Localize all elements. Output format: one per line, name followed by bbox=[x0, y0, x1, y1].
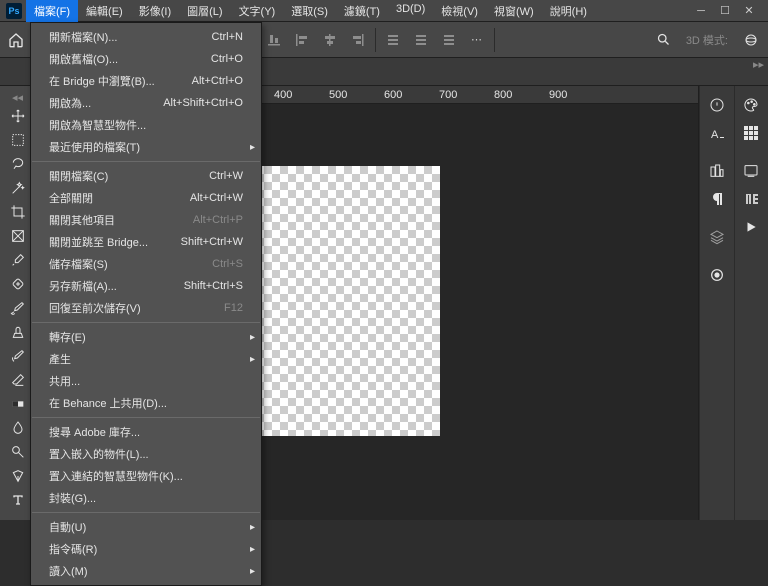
dist-bottom-icon bbox=[438, 29, 460, 51]
marquee-tool[interactable] bbox=[3, 128, 33, 152]
minimize-button[interactable]: ─ bbox=[692, 4, 710, 18]
menu-item[interactable]: 全部關閉Alt+Ctrl+W bbox=[31, 187, 261, 209]
magic-wand-tool[interactable] bbox=[3, 176, 33, 200]
menu-item: 關閉其他項目Alt+Ctrl+P bbox=[31, 209, 261, 231]
menu-item[interactable]: 置入連結的智慧型物件(K)... bbox=[31, 465, 261, 487]
close-button[interactable]: ✕ bbox=[740, 4, 758, 18]
search-icon[interactable] bbox=[654, 30, 674, 50]
menu-item[interactable]: 開啟舊檔(O)...Ctrl+O bbox=[31, 48, 261, 70]
dist-top-icon bbox=[382, 29, 404, 51]
menu-3d[interactable]: 3D(D) bbox=[388, 0, 433, 22]
menu-說明[interactable]: 說明(H) bbox=[542, 0, 595, 22]
right-panel-dock: A bbox=[698, 86, 768, 520]
3d-mode-label: 3D 模式: bbox=[680, 32, 734, 48]
menu-視窗[interactable]: 視窗(W) bbox=[486, 0, 542, 22]
dist-vcenter-icon bbox=[410, 29, 432, 51]
ruler-tick: 800 bbox=[494, 89, 512, 101]
ruler-tick: 900 bbox=[549, 89, 567, 101]
healing-tool[interactable] bbox=[3, 272, 33, 296]
glyphs-panel-icon[interactable] bbox=[737, 186, 765, 212]
ruler-tick: 500 bbox=[329, 89, 347, 101]
align-bottom-icon bbox=[263, 29, 285, 51]
menu-檢視[interactable]: 檢視(V) bbox=[433, 0, 486, 22]
dodge-tool[interactable] bbox=[3, 440, 33, 464]
app-logo: Ps bbox=[6, 3, 22, 19]
libraries-panel-icon[interactable] bbox=[703, 262, 731, 288]
menu-item[interactable]: 產生 bbox=[31, 348, 261, 370]
menu-item[interactable]: 關閉並跳至 Bridge...Shift+Ctrl+W bbox=[31, 231, 261, 253]
menu-item[interactable]: 置入嵌入的物件(L)... bbox=[31, 443, 261, 465]
menu-item[interactable]: 共用... bbox=[31, 370, 261, 392]
crop-tool[interactable] bbox=[3, 200, 33, 224]
home-icon[interactable] bbox=[6, 30, 26, 50]
pen-tool[interactable] bbox=[3, 464, 33, 488]
menu-item[interactable]: 關閉檔案(C)Ctrl+W bbox=[31, 165, 261, 187]
menu-濾鏡[interactable]: 濾鏡(T) bbox=[336, 0, 388, 22]
clone-stamp-tool[interactable] bbox=[3, 320, 33, 344]
menu-圖層[interactable]: 圖層(L) bbox=[179, 0, 230, 22]
menu-item[interactable]: 開新檔案(N)...Ctrl+N bbox=[31, 26, 261, 48]
menu-item[interactable]: 開啟為...Alt+Shift+Ctrl+O bbox=[31, 92, 261, 114]
frame-tool[interactable] bbox=[3, 224, 33, 248]
character-panel-icon[interactable]: A bbox=[703, 120, 731, 146]
menu-item[interactable]: 轉存(E) bbox=[31, 326, 261, 348]
menu-item[interactable]: 在 Bridge 中瀏覽(B)...Alt+Ctrl+O bbox=[31, 70, 261, 92]
file-menu-dropdown: 開新檔案(N)...Ctrl+N開啟舊檔(O)...Ctrl+O在 Bridge… bbox=[30, 22, 262, 586]
menu-item[interactable]: 開啟為智慧型物件... bbox=[31, 114, 261, 136]
history-brush-tool[interactable] bbox=[3, 344, 33, 368]
align-right-icon bbox=[347, 29, 369, 51]
gradient-tool[interactable] bbox=[3, 392, 33, 416]
menubar: Ps 檔案(F)編輯(E)影像(I)圖層(L)文字(Y)選取(S)濾鏡(T)3D… bbox=[0, 0, 768, 22]
eyedropper-tool[interactable] bbox=[3, 248, 33, 272]
layers-panel-icon[interactable] bbox=[703, 224, 731, 250]
maximize-button[interactable]: ☐ bbox=[716, 4, 734, 18]
paragraph-panel-icon[interactable] bbox=[703, 186, 731, 212]
actions-panel-icon[interactable] bbox=[737, 214, 765, 240]
brush-tool[interactable] bbox=[3, 296, 33, 320]
type-tool[interactable] bbox=[3, 488, 33, 512]
ruler-tick: 600 bbox=[384, 89, 402, 101]
menu-檔案[interactable]: 檔案(F) bbox=[26, 0, 78, 22]
eraser-tool[interactable] bbox=[3, 368, 33, 392]
move-tool[interactable] bbox=[3, 104, 33, 128]
swatches-panel-icon[interactable] bbox=[737, 120, 765, 146]
collapse-tools-icon[interactable]: ◂◂ bbox=[3, 90, 33, 104]
lasso-tool[interactable] bbox=[3, 152, 33, 176]
adjustments-panel-icon[interactable] bbox=[703, 158, 731, 184]
svg-text:A: A bbox=[711, 129, 719, 141]
menu-item[interactable]: 指令碼(R) bbox=[31, 538, 261, 560]
menu-編輯[interactable]: 編輯(E) bbox=[78, 0, 131, 22]
menu-文字[interactable]: 文字(Y) bbox=[231, 0, 284, 22]
menu-選取[interactable]: 選取(S) bbox=[283, 0, 336, 22]
menu-item[interactable]: 封裝(G)... bbox=[31, 487, 261, 509]
align-hcenter-icon bbox=[319, 29, 341, 51]
panel-collapse-icon[interactable]: ▸▸ bbox=[698, 58, 768, 70]
menu-item[interactable]: 搜尋 Adobe 庫存... bbox=[31, 421, 261, 443]
blur-tool[interactable] bbox=[3, 416, 33, 440]
menu-item[interactable]: 讀入(M) bbox=[31, 560, 261, 582]
menu-item: 儲存檔案(S)Ctrl+S bbox=[31, 253, 261, 275]
window-controls: ─ ☐ ✕ bbox=[684, 4, 766, 18]
menu-item[interactable]: 另存新檔(A)...Shift+Ctrl+S bbox=[31, 275, 261, 297]
more-options-icon[interactable]: ⋯ bbox=[466, 29, 488, 51]
learn-panel-icon[interactable] bbox=[737, 158, 765, 184]
menu-item[interactable]: 在 Behance 上共用(D)... bbox=[31, 392, 261, 414]
menu-item: 回復至前次儲存(V)F12 bbox=[31, 297, 261, 319]
menu-item[interactable]: 最近使用的檔案(T) bbox=[31, 136, 261, 158]
color-panel-icon[interactable] bbox=[737, 92, 765, 118]
menu-item[interactable]: 自動(U) bbox=[31, 516, 261, 538]
3d-orbit-icon[interactable] bbox=[740, 29, 762, 51]
properties-panel-icon[interactable] bbox=[703, 92, 731, 118]
menu-影像[interactable]: 影像(I) bbox=[131, 0, 179, 22]
align-left-icon bbox=[291, 29, 313, 51]
ruler-tick: 400 bbox=[274, 89, 292, 101]
ruler-tick: 700 bbox=[439, 89, 457, 101]
